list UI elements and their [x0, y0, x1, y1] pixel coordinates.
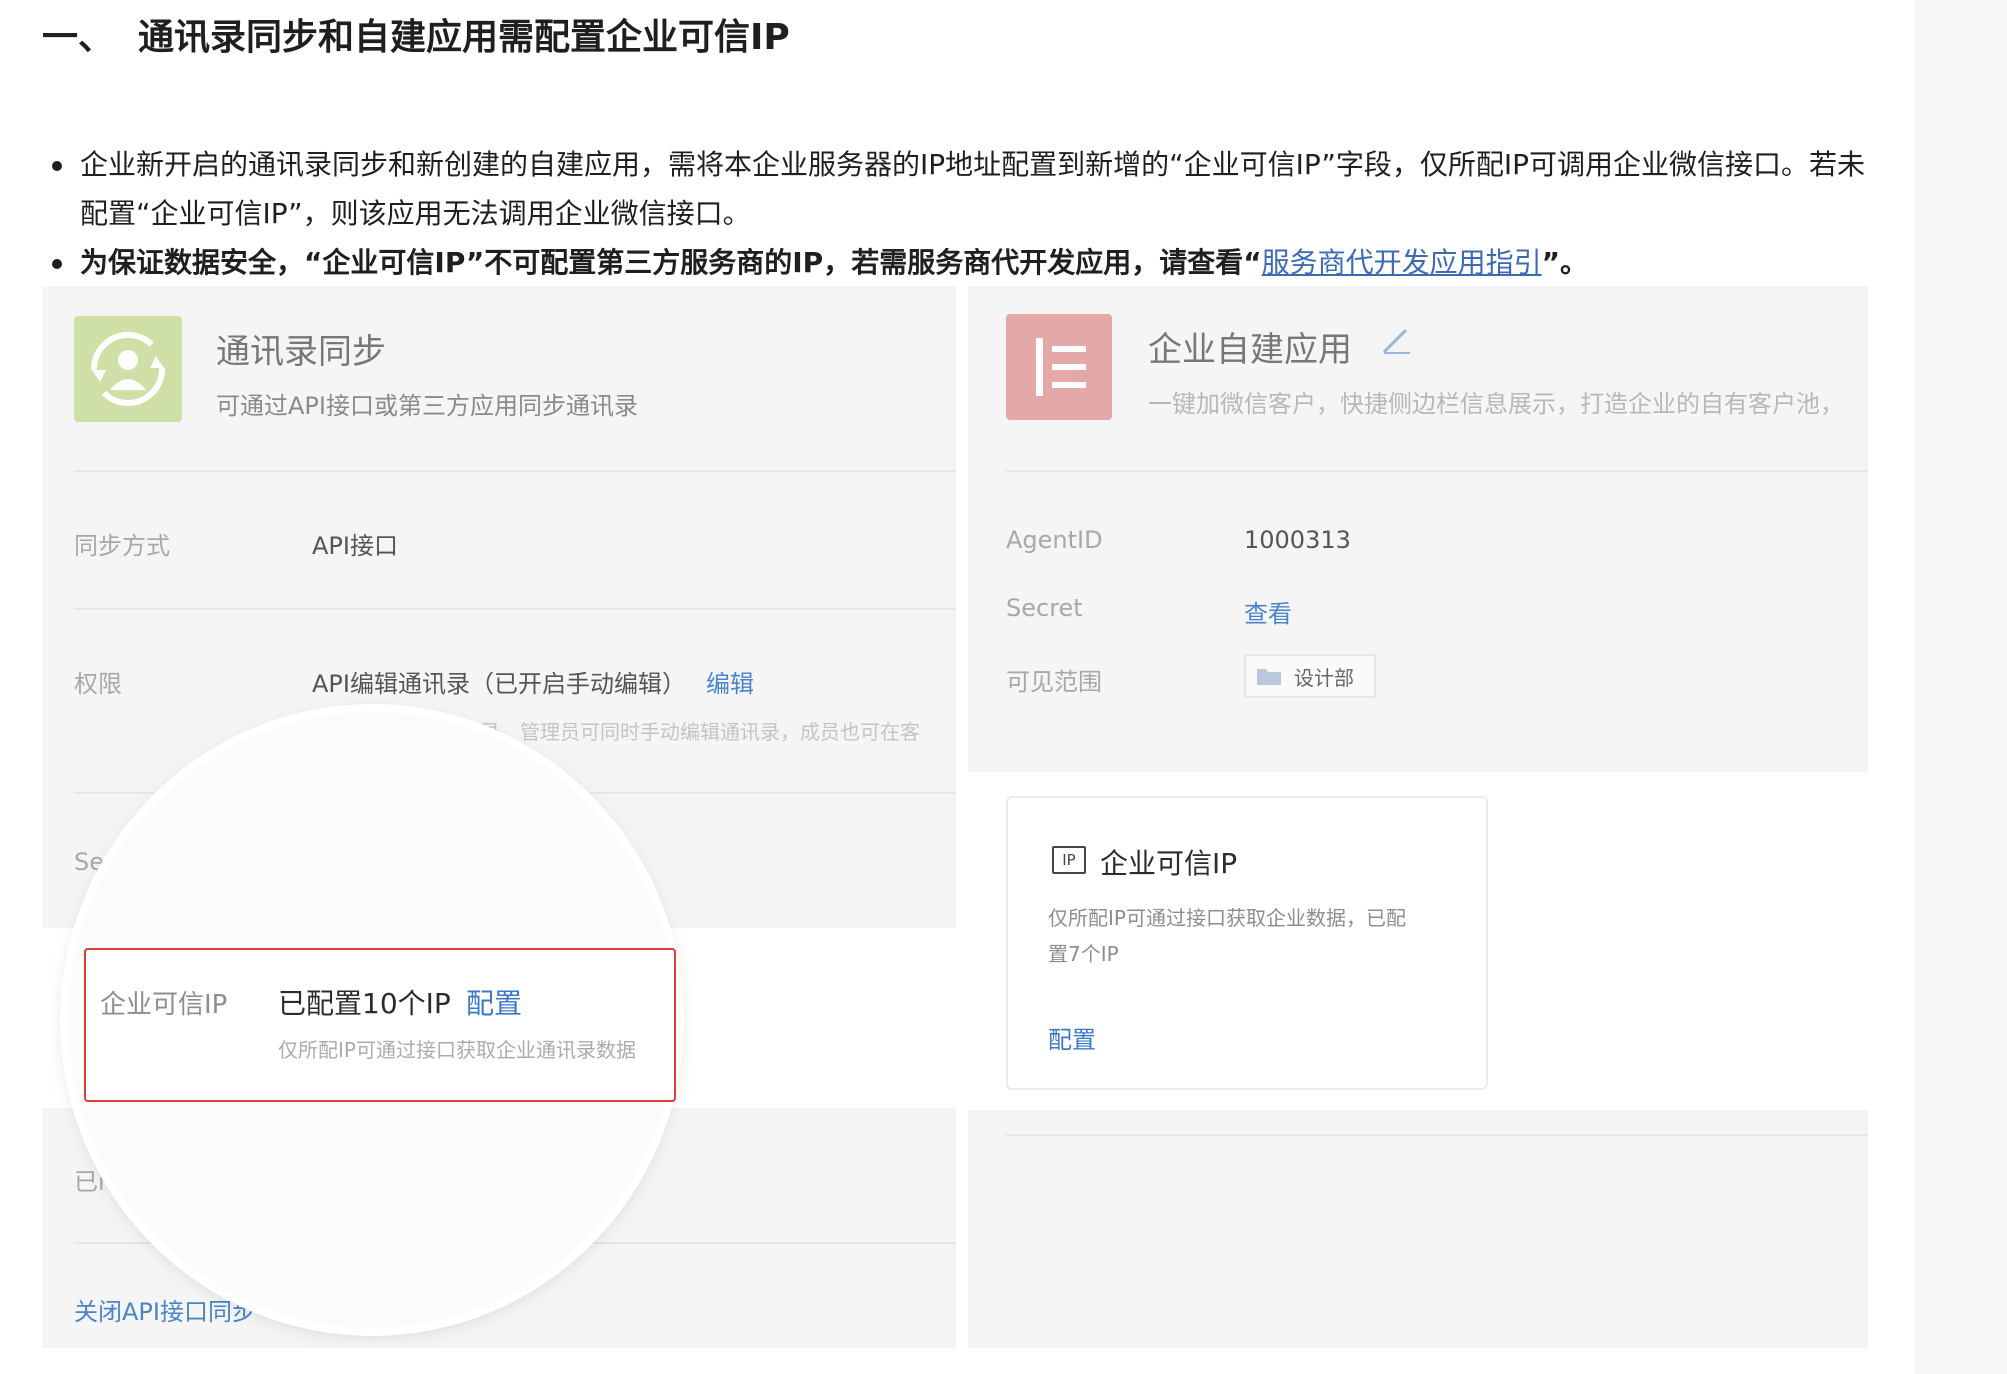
bullet-bold-text: 为保证数据安全，“企业可信IP”不可配置第三方服务商的IP，若需服务商代开发应用…: [80, 246, 1244, 279]
bullet-tail: ”。: [1541, 246, 1589, 279]
divider: [1006, 470, 1868, 472]
right-gutter: [1915, 0, 2007, 1374]
close-api-sync-link[interactable]: 关闭API接口同步: [74, 1292, 256, 1327]
divider: [1006, 1134, 1868, 1136]
section-number: 一、: [42, 17, 115, 58]
view-secret-link[interactable]: 查看: [1244, 594, 1292, 629]
permission-value: API编辑通讯录（已开启手动编辑）: [312, 670, 686, 698]
contacts-sync-icon: [74, 316, 182, 422]
trusted-ip-card-title: 企业可信IP: [1100, 847, 1238, 880]
sync-mode-label: 同步方式: [74, 532, 170, 560]
configure-ip-link[interactable]: 配置: [1048, 1020, 1096, 1055]
section-title: 通讯录同步和自建应用需配置企业可信IP: [138, 17, 790, 58]
contacts-sync-subtitle: 可通过API接口或第三方应用同步通讯录: [216, 392, 638, 420]
secret-label-partial: Se: [74, 848, 104, 876]
bullet-item-1: 企业新开启的通讯录同步和新创建的自建应用，需将本企业服务器的IP地址配置到新增的…: [50, 140, 1880, 238]
permission-label: 权限: [74, 670, 122, 698]
secret-label: Secret: [1006, 594, 1083, 622]
ip-badge-icon: IP: [1052, 846, 1086, 874]
trusted-ip-card-desc-1: 仅所配IP可通过接口获取企业数据，已配: [1048, 906, 1406, 930]
bullet-item-2: 为保证数据安全，“企业可信IP”不可配置第三方服务商的IP，若需服务商代开发应用…: [50, 238, 1880, 287]
divider: [74, 470, 956, 472]
trusted-ip-note: 仅所配IP可通过接口获取企业通讯录数据: [278, 1038, 636, 1062]
contacts-sync-title: 通讯录同步: [216, 332, 386, 372]
trusted-ip-card-desc-2: 置7个IP: [1048, 942, 1119, 966]
bullet-text: 企业新开启的通讯录同步和新创建的自建应用，需将本企业服务器的IP地址配置到新增的…: [80, 148, 1865, 230]
custom-app-title: 企业自建应用: [1148, 330, 1352, 370]
agentid-label: AgentID: [1006, 526, 1103, 554]
sync-mode-value: API接口: [312, 532, 398, 560]
edit-pencil-icon[interactable]: [1380, 326, 1414, 360]
folder-icon: [1257, 669, 1281, 685]
custom-app-screenshot-bottom: [968, 1110, 1868, 1348]
custom-app-icon: [1006, 314, 1112, 420]
configured-label-partial: 已i: [74, 1168, 105, 1196]
trusted-ip-card: IP 企业可信IP 仅所配IP可通过接口获取企业数据，已配 置7个IP 配置: [1006, 796, 1488, 1090]
developer-guide-link[interactable]: 服务商代开发应用指引: [1262, 246, 1542, 279]
permission-note: 录，管理员可同时手动编辑通讯录，成员也可在客: [480, 720, 920, 744]
trusted-ip-value: 已配置10个IP: [278, 987, 451, 1020]
trusted-ip-highlight: 企业可信IP 已配置10个IP 配置 仅所配IP可通过接口获取企业通讯录数据: [84, 948, 676, 1102]
visibility-tag[interactable]: 设计部: [1244, 654, 1376, 698]
edit-permission-link[interactable]: 编辑: [706, 664, 754, 699]
custom-app-subtitle: 一键加微信客户，快捷侧边栏信息展示，打造企业的自有客户池，: [1148, 390, 1844, 418]
divider: [74, 608, 956, 610]
bullet-list: 企业新开启的通讯录同步和新创建的自建应用，需将本企业服务器的IP地址配置到新增的…: [50, 140, 1880, 287]
visibility-tag-text: 设计部: [1294, 666, 1354, 690]
agentid-value: 1000313: [1244, 526, 1351, 554]
trusted-ip-label: 企业可信IP: [100, 990, 228, 1020]
section-heading: 一、 通讯录同步和自建应用需配置企业可信IP: [42, 8, 790, 60]
visibility-label: 可见范围: [1006, 668, 1102, 696]
configure-trusted-ip-link[interactable]: 配置: [466, 982, 522, 1022]
